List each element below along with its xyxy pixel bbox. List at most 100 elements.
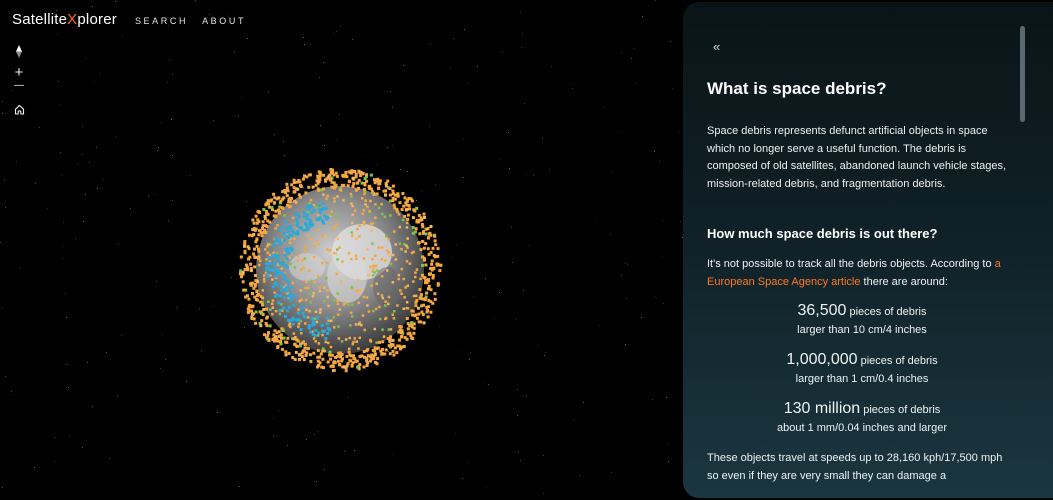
debris-point: [366, 361, 370, 365]
debris-point: [312, 209, 316, 213]
star: [274, 134, 275, 135]
debris-point: [370, 229, 373, 232]
debris-point: [344, 369, 348, 373]
debris-point: [318, 208, 322, 212]
debris-point: [384, 184, 388, 188]
debris-point: [300, 332, 303, 335]
debris-point: [289, 205, 292, 208]
debris-point: [320, 261, 324, 265]
star: [533, 175, 534, 176]
star: [572, 88, 573, 89]
debris-point: [406, 213, 410, 217]
stat-block: 1,000,000 pieces of debris larger than 1…: [707, 350, 1017, 388]
star: [430, 43, 431, 44]
debris-point: [311, 332, 315, 336]
zoom-in-button[interactable]: +: [11, 65, 27, 80]
nav-about-link[interactable]: ABOUT: [202, 16, 246, 26]
debris-point: [350, 169, 354, 173]
panel-scrollbar[interactable]: [1020, 26, 1025, 122]
nav-search-link[interactable]: SEARCH: [135, 16, 188, 26]
debris-point: [400, 267, 404, 271]
debris-point: [304, 322, 307, 325]
debris-point: [297, 254, 300, 258]
star: [239, 486, 240, 487]
debris-point: [285, 194, 289, 198]
debris-point: [278, 308, 282, 312]
debris-point: [367, 184, 371, 188]
debris-point: [304, 245, 307, 249]
debris-point: [265, 307, 269, 311]
debris-point: [358, 336, 361, 340]
debris-point: [275, 257, 279, 261]
debris-point: [329, 357, 333, 361]
star: [231, 277, 232, 278]
debris-point: [261, 220, 265, 224]
collapse-panel-button[interactable]: «: [713, 39, 720, 54]
debris-point: [274, 214, 278, 218]
debris-point: [294, 350, 298, 354]
debris-point: [374, 203, 377, 206]
debris-point: [436, 262, 440, 266]
app-logo[interactable]: SatelliteXplorer: [12, 11, 117, 28]
debris-point: [395, 351, 399, 355]
star: [77, 163, 78, 164]
debris-point: [362, 223, 366, 226]
debris-point: [340, 359, 344, 363]
debris-point: [261, 289, 264, 292]
debris-point: [264, 248, 267, 251]
debris-point: [347, 347, 351, 351]
debris-point: [308, 269, 311, 272]
debris-point: [409, 334, 413, 338]
debris-point: [351, 234, 354, 237]
debris-point: [271, 285, 275, 289]
debris-point: [377, 187, 381, 191]
debris-point: [271, 268, 275, 272]
debris-point: [348, 336, 351, 340]
debris-point: [431, 246, 435, 250]
debris-point: [431, 267, 435, 271]
star: [512, 262, 513, 263]
debris-point: [398, 201, 402, 205]
debris-point: [267, 202, 270, 206]
debris-point: [314, 310, 318, 313]
star: [522, 33, 523, 34]
star: [477, 66, 478, 67]
debris-point: [380, 203, 383, 206]
debris-point: [302, 340, 305, 343]
star: [464, 29, 465, 30]
debris-point: [321, 234, 324, 238]
earth-globe[interactable]: [237, 167, 443, 373]
star: [96, 147, 97, 148]
debris-point: [242, 288, 246, 292]
debris-point: [316, 174, 320, 178]
debris-point: [372, 309, 375, 313]
logo-text-x: X: [67, 11, 78, 28]
zoom-out-button[interactable]: —: [11, 80, 27, 92]
star: [190, 175, 191, 176]
home-button[interactable]: [11, 102, 27, 116]
debris-point: [307, 185, 311, 189]
debris-point: [405, 301, 409, 304]
compass-button[interactable]: [11, 44, 27, 58]
debris-point: [304, 191, 308, 195]
debris-point: [324, 337, 328, 340]
debris-point: [274, 240, 278, 244]
debris-point: [414, 275, 417, 279]
debris-point: [326, 326, 330, 330]
debris-point: [281, 272, 285, 276]
star: [508, 132, 509, 133]
debris-point: [337, 325, 340, 328]
debris-point: [323, 299, 326, 303]
star: [16, 161, 17, 162]
debris-point: [293, 237, 296, 240]
star: [201, 350, 202, 351]
debris-point: [308, 238, 312, 241]
debris-point: [292, 186, 296, 190]
debris-point: [400, 335, 404, 338]
debris-point: [369, 199, 372, 203]
debris-point: [349, 311, 353, 314]
debris-point: [239, 269, 243, 273]
star: [603, 107, 604, 108]
debris-point: [285, 227, 289, 231]
star: [579, 475, 580, 476]
